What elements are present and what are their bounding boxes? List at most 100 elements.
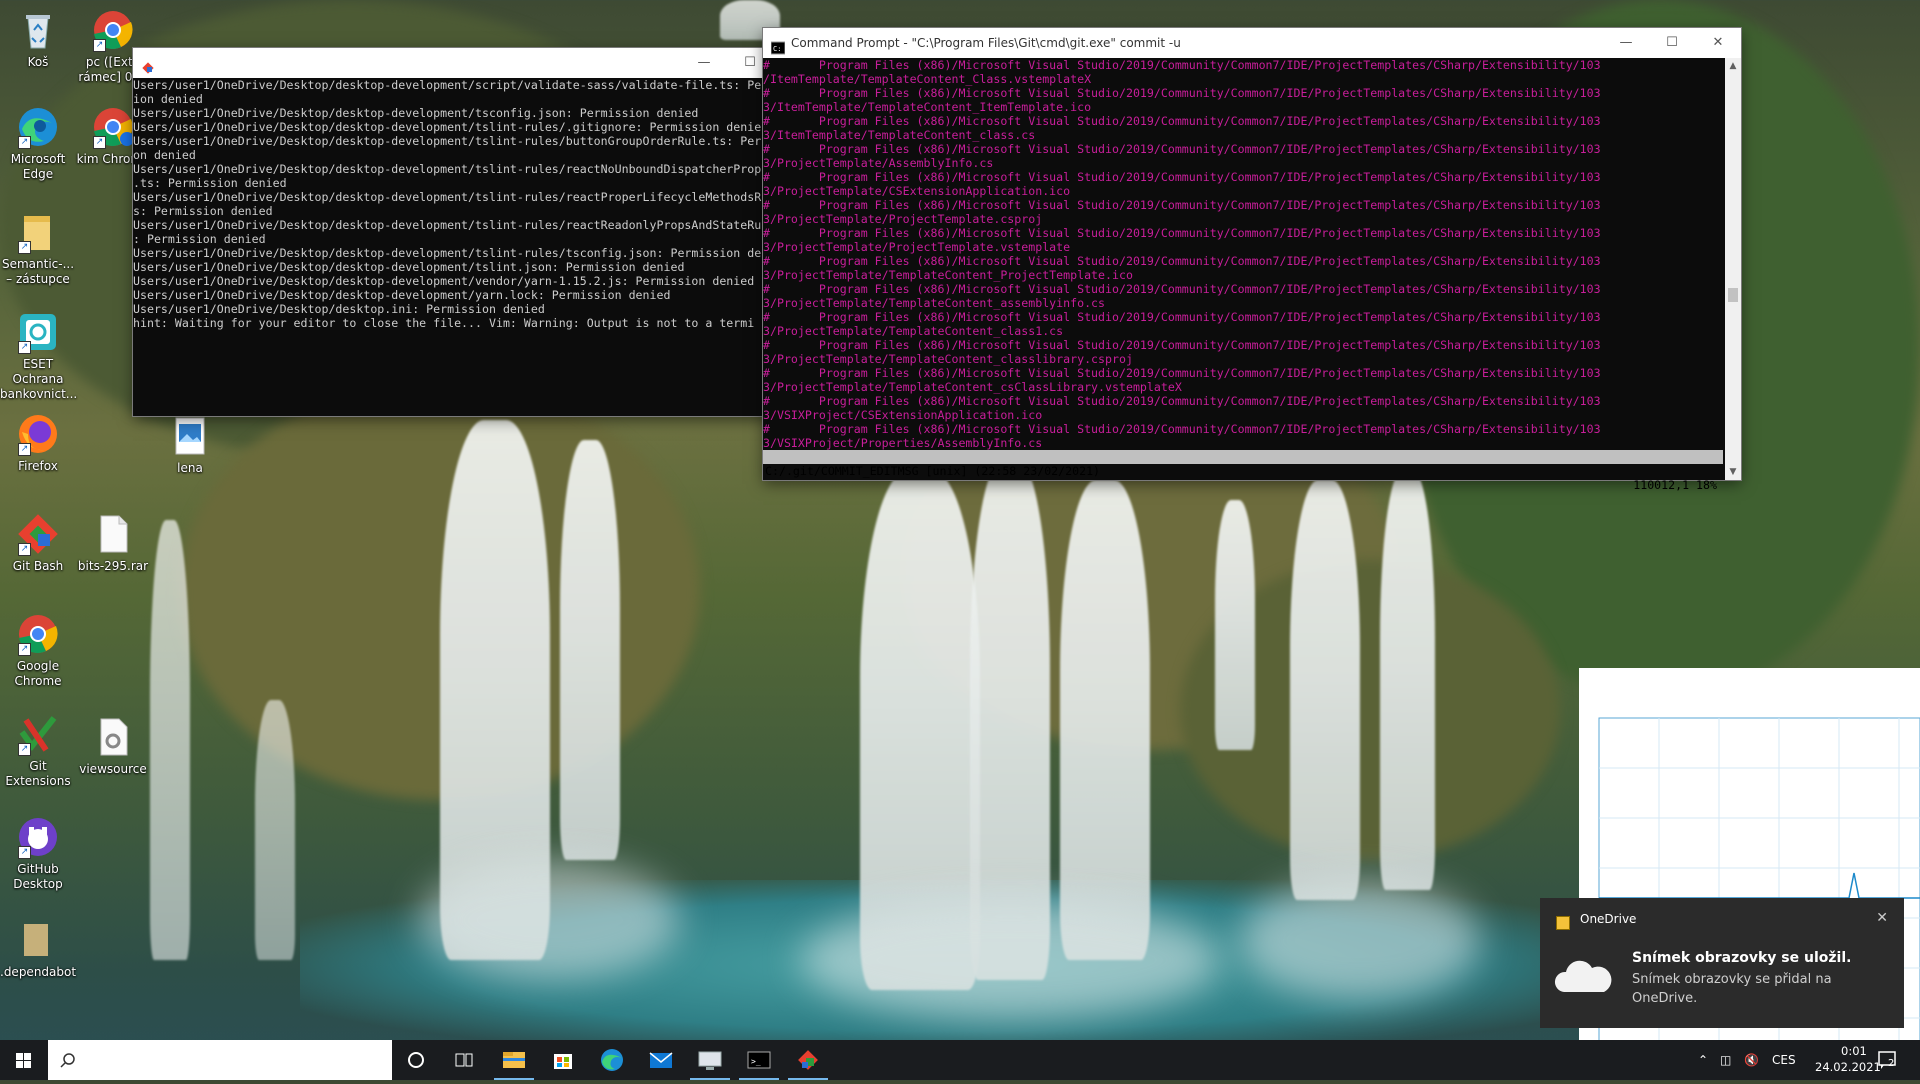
desktop-icon-lena[interactable]: lena	[152, 414, 228, 476]
desktop-icon-bits-rar[interactable]: bits-295.rar	[75, 512, 151, 574]
scroll-down-arrow[interactable]: ▼	[1725, 464, 1741, 480]
desktop-icon-git-extensions[interactable]: ↗ Git Extensions	[0, 712, 76, 789]
maximize-button[interactable]: ☐	[1649, 28, 1695, 58]
desktop-icon-edge[interactable]: ↗ Microsoft Edge	[0, 105, 76, 182]
git-bash-icon: ↗	[16, 512, 60, 556]
desktop-icon-google-chrome[interactable]: ↗ Google Chrome	[0, 612, 76, 689]
terminal-line: # Program Files (x86)/Microsoft Visual S…	[763, 254, 1601, 268]
task-view-button[interactable]	[440, 1040, 488, 1080]
terminal-output[interactable]: Users/user1/OneDrive/Desktop/desktop-dev…	[133, 78, 773, 416]
terminal-line: 3/ProjectTemplate/TemplateContent_Projec…	[763, 268, 1133, 282]
terminal-line: Users/user1/OneDrive/Desktop/desktop-dev…	[133, 162, 762, 176]
onedrive-toast-notification[interactable]: OneDrive ✕ Snímek obrazovky se uložil. S…	[1540, 898, 1904, 1028]
terminal-line: 3/ProjectTemplate/AssemblyInfo.cs	[763, 156, 994, 170]
toast-title: Snímek obrazovky se uložil.	[1632, 950, 1852, 966]
terminal-line: 3/ProjectTemplate/TemplateContent_csClas…	[763, 380, 1182, 394]
start-button[interactable]	[0, 1040, 48, 1080]
taskbar-command-prompt[interactable]: >_	[735, 1040, 783, 1080]
terminal-line: # Program Files (x86)/Microsoft Visual S…	[763, 282, 1601, 296]
network-icon[interactable]: ◫	[1720, 1040, 1731, 1080]
action-center-button[interactable]: 2	[1876, 1048, 1900, 1072]
clock-time: 0:01	[1841, 1044, 1867, 1058]
bash-terminal-window[interactable]: — ☐ Users/user1/OneDrive/Desktop/desktop…	[133, 48, 773, 416]
terminal-line: 3/ProjectTemplate/CSExtensionApplication…	[763, 184, 1071, 198]
clock[interactable]: 0:01 24.02.2021	[1815, 1043, 1915, 1075]
minimize-button[interactable]: —	[681, 48, 727, 78]
cloud-icon	[1554, 960, 1612, 992]
terminal-line: 3/ProjectTemplate/TemplateContent_classl…	[763, 352, 1133, 366]
desktop-icon-git-bash[interactable]: ↗ Git Bash	[0, 512, 76, 574]
desktop-icon-label: Firefox	[18, 459, 58, 473]
terminal-line: on denied	[133, 148, 196, 162]
command-prompt-window[interactable]: C: Command Prompt - "C:\Program Files\Gi…	[763, 28, 1741, 492]
image-file-icon	[168, 414, 212, 458]
desktop-icon-label: Git Bash	[12, 559, 64, 573]
clock-date: 24.02.2021	[1815, 1060, 1881, 1074]
cortana-icon	[408, 1052, 424, 1068]
desktop-icon-label: viewsource	[79, 762, 147, 776]
close-icon[interactable]: ✕	[1876, 910, 1888, 926]
terminal-line: /ItemTemplate/TemplateContent_Class.vste…	[763, 72, 1092, 86]
file-explorer-icon	[503, 1052, 525, 1068]
recycle-bin-icon	[16, 8, 60, 52]
taskbar-mail[interactable]	[637, 1040, 685, 1080]
window-title: Command Prompt - "C:\Program Files\Git\c…	[791, 36, 1181, 50]
scroll-up-arrow[interactable]: ▲	[1725, 58, 1741, 74]
terminal-line: # Program Files (x86)/Microsoft Visual S…	[763, 226, 1601, 240]
minimize-button[interactable]: —	[1603, 28, 1649, 58]
file-icon	[91, 512, 135, 556]
cortana-button[interactable]	[392, 1040, 440, 1080]
terminal-line: Users/user1/OneDrive/Desktop/desktop-dev…	[133, 260, 685, 274]
desktop-icon-dependabot[interactable]: .dependabot	[0, 918, 76, 980]
terminal-line: # Program Files (x86)/Microsoft Visual S…	[763, 58, 1601, 72]
desktop-icon-label: GitHub Desktop	[13, 862, 63, 891]
terminal-line: Users/user1/OneDrive/Desktop/desktop-dev…	[133, 120, 762, 134]
terminal-line: 3/ItemTemplate/TemplateContent_ItemTempl…	[763, 100, 1092, 114]
terminal-line: 3/ProjectTemplate/ProjectTemplate.vstemp…	[763, 240, 1071, 254]
terminal-line: # Program Files (x86)/Microsoft Visual S…	[763, 114, 1601, 128]
svg-text:>_: >_	[751, 1057, 761, 1066]
show-hidden-icons-button[interactable]: ⌃	[1698, 1040, 1708, 1080]
desktop-icon-firefox[interactable]: ↗ Firefox	[0, 412, 76, 474]
mail-icon	[649, 1052, 673, 1068]
terminal-line: Users/user1/OneDrive/Desktop/desktop-dev…	[133, 218, 762, 232]
window-titlebar[interactable]: C: Command Prompt - "C:\Program Files\Gi…	[763, 28, 1741, 58]
terminal-line: : Permission denied	[133, 232, 266, 246]
terminal-line: Users/user1/OneDrive/Desktop/desktop-dev…	[133, 274, 755, 288]
input-language-indicator[interactable]: CES	[1772, 1040, 1796, 1080]
taskbar-git-extensions[interactable]	[784, 1040, 832, 1080]
folder-icon	[16, 918, 60, 962]
windows-logo-icon	[16, 1053, 31, 1068]
git-extensions-icon	[141, 56, 155, 74]
terminal-line: # Program Files (x86)/Microsoft Visual S…	[763, 198, 1601, 212]
folder-icon: ↗	[16, 210, 60, 254]
desktop-icon-label: ESET Ochrana bankovnict...	[0, 357, 78, 401]
taskbar-file-explorer[interactable]	[490, 1040, 538, 1080]
desktop-icon-semantic-shortcut[interactable]: ↗ Semantic-... – zástupce	[0, 210, 76, 287]
search-box[interactable]	[48, 1040, 392, 1080]
terminal-line: # Program Files (x86)/Microsoft Visual S…	[763, 310, 1601, 324]
remote-desktop-icon	[698, 1051, 722, 1070]
taskbar-microsoft-store[interactable]	[539, 1040, 587, 1080]
taskbar-remote-desktop[interactable]	[686, 1040, 734, 1080]
terminal-line: s: Permission denied	[133, 204, 273, 218]
terminal-line: Users/user1/OneDrive/Desktop/desktop-dev…	[133, 134, 762, 148]
window-titlebar[interactable]: — ☐	[133, 48, 773, 78]
desktop-icon-label: Git Extensions	[5, 759, 71, 788]
terminal-line: 3/ProjectTemplate/TemplateContent_class1…	[763, 324, 1064, 338]
scrollbar-thumb[interactable]	[1728, 288, 1738, 302]
desktop-icon-label: .dependabot	[0, 965, 77, 979]
taskbar-edge[interactable]	[588, 1040, 636, 1080]
status-position: 110012,1 18%	[1633, 478, 1717, 492]
desktop-icon-recycle-bin[interactable]: Koš	[0, 8, 76, 70]
vertical-scrollbar[interactable]: ▲ ▼	[1725, 58, 1741, 480]
close-button[interactable]: ✕	[1695, 28, 1741, 58]
terminal-line: 3/ProjectTemplate/ProjectTemplate.csproj	[763, 212, 1043, 226]
vim-buffer[interactable]: # Program Files (x86)/Microsoft Visual S…	[763, 58, 1723, 450]
desktop-icon-github-desktop[interactable]: ↗ GitHub Desktop	[0, 815, 76, 892]
chrome-icon: ↗	[16, 612, 60, 656]
desktop-icon-viewsource[interactable]: viewsource	[75, 715, 151, 777]
toast-app-name: OneDrive	[1580, 912, 1637, 926]
volume-muted-icon[interactable]: 🔇	[1744, 1040, 1759, 1080]
desktop-icon-eset[interactable]: ↗ ESET Ochrana bankovnict...	[0, 310, 78, 402]
